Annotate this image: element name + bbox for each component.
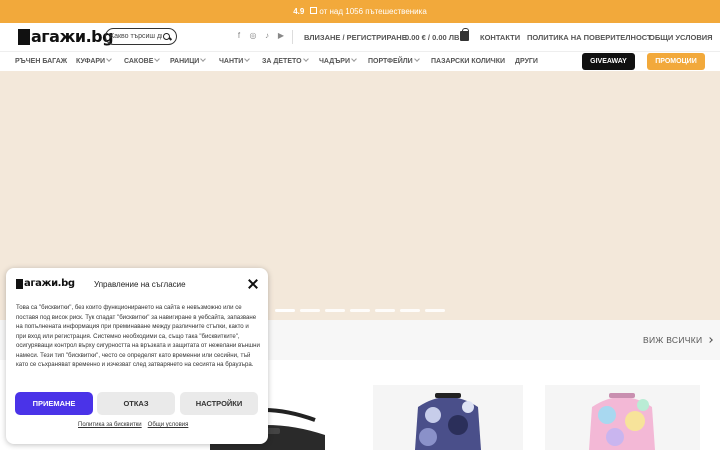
modal-title: Управление на съгласие — [94, 280, 186, 289]
youtube-icon[interactable]: ▶ — [277, 32, 285, 40]
site-logo[interactable]: агажи.bg — [18, 27, 114, 46]
nav-label: ЗА ДЕТЕТО — [262, 58, 302, 65]
nav-item-kids[interactable]: ЗА ДЕТЕТО — [262, 56, 309, 65]
chevron-down-icon — [154, 56, 161, 62]
instagram-icon[interactable]: ◎ — [249, 32, 257, 40]
view-all-link[interactable]: ВИЖ ВСИЧКИ — [643, 335, 714, 345]
slider-dot[interactable] — [350, 309, 370, 312]
cookie-policy-link[interactable]: Политика за бисквитки — [78, 422, 142, 428]
facebook-icon[interactable]: f — [235, 32, 243, 40]
cart-icon[interactable] — [460, 28, 469, 41]
nav-label: ПОРТФЕЙЛИ — [368, 58, 413, 65]
product-card-backpack-camo[interactable] — [373, 385, 523, 450]
accept-button[interactable]: ПРИЕМАНЕ — [15, 392, 93, 415]
nav-item-shopping-carts[interactable]: ПАЗАРСКИ КОЛИЧКИ — [431, 58, 505, 65]
nav-label: РАНИЦИ — [170, 58, 200, 65]
slider-dot[interactable] — [425, 309, 445, 312]
backpack-pastel-image — [589, 393, 655, 450]
backpack-camo-image — [415, 393, 481, 450]
nav-label: ДРУГИ — [515, 58, 538, 65]
chevron-down-icon — [200, 56, 207, 62]
modal-body-text: Това са "бисквитки", без които функциони… — [16, 304, 260, 368]
close-icon[interactable] — [248, 279, 258, 289]
nav-label: РЪЧЕН БАГАЖ — [15, 58, 68, 65]
chevron-down-icon — [351, 56, 357, 62]
nav-item-wallets[interactable]: ПОРТФЕЙЛИ — [368, 56, 420, 65]
slider-dot[interactable] — [400, 309, 420, 312]
view-all-label: ВИЖ ВСИЧКИ — [643, 335, 703, 345]
promotions-button[interactable]: ПРОМОЦИИ — [647, 53, 705, 70]
logo-mark-icon — [18, 28, 30, 45]
modal-logo-text: агажи.bg — [24, 278, 75, 289]
header-divider — [292, 30, 293, 44]
rating-value: 4.9 — [293, 7, 305, 16]
terms-link[interactable]: Общи условия — [148, 422, 189, 428]
slider-dot[interactable] — [325, 309, 345, 312]
privacy-link[interactable]: ПОЛИТИКА НА ПОВЕРИТЕЛНОСТ — [527, 33, 652, 42]
settings-button[interactable]: НАСТРОЙКИ — [180, 392, 258, 415]
nav-item-hand-luggage[interactable]: РЪЧЕН БАГАЖ — [15, 58, 67, 65]
search-box — [105, 28, 177, 45]
nav-item-umbrellas[interactable]: ЧАДЪРИ — [319, 56, 357, 65]
nav-item-other[interactable]: ДРУГИ — [515, 58, 538, 65]
slider-dot[interactable] — [275, 309, 295, 312]
main-nav: РЪЧЕН БАГАЖ КУФАРИ САКОВЕ РАНИЦИ ЧАНТИ З… — [0, 51, 720, 71]
deny-button[interactable]: ОТКАЗ — [97, 392, 175, 415]
chevron-down-icon — [302, 56, 309, 62]
chevron-down-icon — [106, 56, 112, 62]
cart-total[interactable]: 0.00 € / 0.00 ЛВ. — [405, 33, 462, 42]
chevron-down-icon — [244, 56, 251, 62]
rating-text-wrap: от над 1056 пътешественика — [310, 7, 427, 16]
header: агажи.bg f ◎ ♪ ▶ ВЛИЗАНЕ / РЕГИСТРИРАНЕ … — [0, 23, 720, 51]
modal-links: Политика за бисквитки Общи условия — [78, 422, 188, 428]
cookie-consent-modal: агажи.bg Управление на съгласие Това са … — [6, 268, 268, 444]
nav-item-suitcases[interactable]: КУФАРИ — [76, 56, 112, 65]
nav-item-backpacks[interactable]: РАНИЦИ — [170, 56, 207, 65]
product-card-backpack-pastel[interactable] — [545, 385, 700, 450]
slider-dots — [275, 309, 445, 312]
contacts-link[interactable]: КОНТАКТИ — [480, 33, 520, 42]
nav-label: САКОВЕ — [124, 58, 154, 65]
logo-text: агажи.bg — [31, 27, 114, 46]
social-links: f ◎ ♪ ▶ — [235, 32, 285, 40]
promo-bar: 4.9 от над 1056 пътешественика — [0, 0, 720, 23]
modal-logo: агажи.bg — [16, 278, 75, 289]
nav-label: ПАЗАРСКИ КОЛИЧКИ — [431, 58, 506, 65]
nav-label: КУФАРИ — [76, 58, 106, 65]
star-icon — [310, 7, 318, 14]
nav-item-handbags[interactable]: ЧАНТИ — [219, 56, 251, 65]
nav-item-bags[interactable]: САКОВЕ — [124, 56, 161, 65]
giveaway-button[interactable]: GIVEAWAY — [582, 53, 635, 70]
chevron-down-icon — [413, 56, 420, 62]
nav-label: ЧАНТИ — [219, 58, 244, 65]
search-input[interactable] — [110, 33, 162, 40]
slider-dot[interactable] — [375, 309, 395, 312]
rating-text: от над 1056 пътешественика — [319, 7, 427, 16]
slider-dot[interactable] — [300, 309, 320, 312]
login-link[interactable]: ВЛИЗАНЕ / РЕГИСТРИРАНЕ — [304, 33, 407, 42]
nav-label: ЧАДЪРИ — [319, 58, 351, 65]
chevron-right-icon — [707, 337, 714, 343]
logo-mark-icon — [16, 278, 23, 289]
tiktok-icon[interactable]: ♪ — [263, 32, 271, 40]
terms-link[interactable]: ОБЩИ УСЛОВИЯ — [649, 33, 713, 42]
search-icon[interactable] — [162, 32, 172, 42]
